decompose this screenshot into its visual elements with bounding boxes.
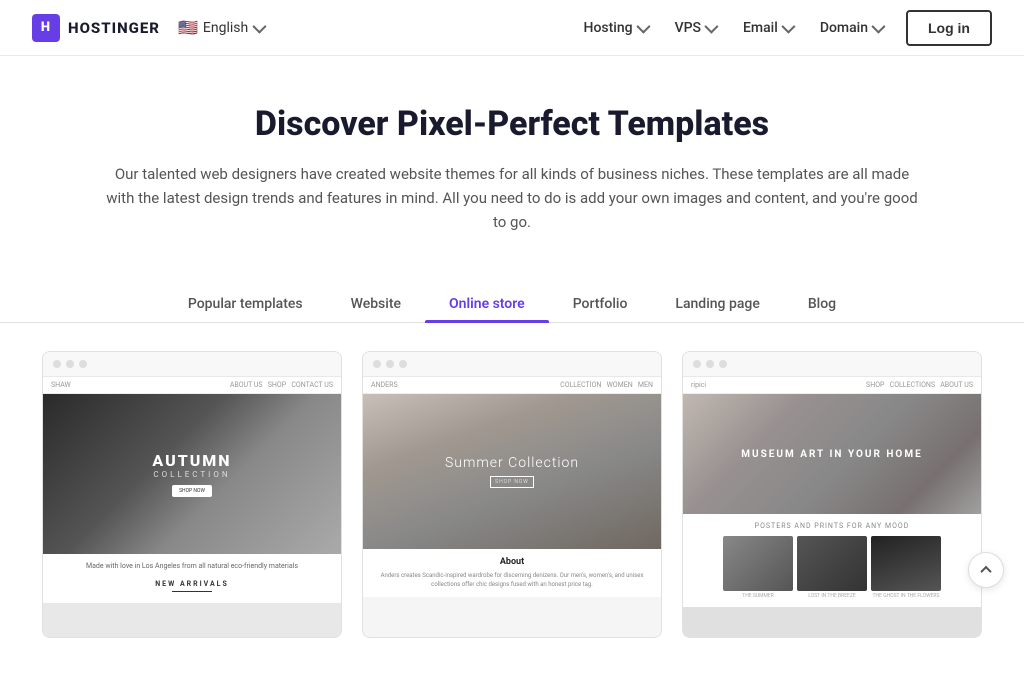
mini-image-summer [723, 536, 793, 591]
language-selector[interactable]: 🇺🇸 English [178, 18, 263, 37]
chevron-down-icon [781, 19, 795, 33]
chevron-down-icon [253, 19, 267, 33]
logo[interactable]: H HOSTINGER [32, 14, 160, 42]
card-3-nav: ripici SHOP COLLECTIONS ABOUT US [683, 377, 981, 394]
card-3-image-1: THE SUMMER [723, 536, 793, 599]
navbar: H HOSTINGER 🇺🇸 English Hosting VPS Email… [0, 0, 1024, 56]
nav-email[interactable]: Email [731, 12, 804, 44]
dot-green [399, 360, 407, 368]
template-tabs: Popular templates Website Online store P… [0, 286, 1024, 323]
template-card-1[interactable]: SHAW ABOUT US SHOP CONTACT US AUTUMN COL… [42, 351, 342, 638]
tab-popular-templates[interactable]: Popular templates [164, 286, 327, 322]
tab-online-store[interactable]: Online store [425, 286, 549, 322]
dot-red [53, 360, 61, 368]
scroll-to-top-button[interactable] [968, 552, 1004, 588]
dot-green [79, 360, 87, 368]
card-1-desc: Made with love in Los Angeles from all n… [51, 562, 333, 572]
card-3-images: THE SUMMER LOST IN THE BREEZE THE GHOST … [691, 536, 973, 599]
hero-section: Discover Pixel-Perfect Templates Our tal… [0, 56, 1024, 254]
mini-caption-2: LOST IN THE BREEZE [797, 593, 867, 599]
chevron-down-icon [636, 19, 650, 33]
dot-green [719, 360, 727, 368]
card-1-overlay: AUTUMN COLLECTION SHOP NOW [152, 451, 231, 497]
card-2-hero-text: Summer Collection [445, 455, 579, 471]
language-label: English [203, 20, 248, 36]
card-2-nav-links: COLLECTION WOMEN MEN [560, 381, 653, 389]
card-2-overlay: Summer Collection SHOP NOW [445, 455, 579, 488]
card-3-image-3: THE GHOST IN THE FLOWERS [871, 536, 941, 599]
hero-title: Discover Pixel-Perfect Templates [40, 104, 984, 144]
tab-portfolio[interactable]: Portfolio [549, 286, 652, 322]
nav-vps[interactable]: VPS [663, 12, 727, 44]
card-1-nav: SHAW ABOUT US SHOP CONTACT US [43, 377, 341, 394]
browser-bar-1 [43, 352, 341, 377]
tab-blog[interactable]: Blog [784, 286, 860, 322]
card-3-overlay: MUSEUM ART IN YOUR HOME [741, 449, 922, 460]
card-3-screenshot: ripici SHOP COLLECTIONS ABOUT US MUSEUM … [683, 377, 981, 637]
card-1-nav-links: ABOUT US SHOP CONTACT US [230, 381, 333, 389]
mini-caption-1: THE SUMMER [723, 593, 793, 599]
card-1-hero: AUTUMN COLLECTION SHOP NOW [43, 394, 341, 554]
nav-right: Hosting VPS Email Domain Log in [572, 10, 992, 46]
nav-hosting[interactable]: Hosting [572, 12, 659, 44]
logo-icon: H [32, 14, 60, 42]
tab-website[interactable]: Website [327, 286, 425, 322]
card-2-site-name: ANDERS [371, 381, 398, 389]
mini-image-breeze [797, 536, 867, 591]
card-2-shop-btn: SHOP NOW [490, 476, 534, 488]
card-3-nav-links: SHOP COLLECTIONS ABOUT US [866, 381, 973, 389]
browser-bar-3 [683, 352, 981, 377]
browser-bar-2 [363, 352, 661, 377]
dot-yellow [706, 360, 714, 368]
templates-grid: SHAW ABOUT US SHOP CONTACT US AUTUMN COL… [0, 351, 1024, 678]
dot-red [373, 360, 381, 368]
card-2-bottom: About Anders creates Scandic-inspired wa… [363, 549, 661, 597]
template-card-2[interactable]: ANDERS COLLECTION WOMEN MEN Summer Colle… [362, 351, 662, 638]
login-button[interactable]: Log in [906, 10, 992, 46]
card-2-hero: Summer Collection SHOP NOW [363, 394, 661, 549]
mini-caption-3: THE GHOST IN THE FLOWERS [871, 593, 941, 599]
tab-landing-page[interactable]: Landing page [651, 286, 783, 322]
card-1-shop-btn: SHOP NOW [172, 485, 212, 497]
dot-yellow [386, 360, 394, 368]
card-1-underline [172, 591, 212, 592]
chevron-down-icon [871, 19, 885, 33]
card-1-screenshot: SHAW ABOUT US SHOP CONTACT US AUTUMN COL… [43, 377, 341, 637]
card-2-screenshot: ANDERS COLLECTION WOMEN MEN Summer Colle… [363, 377, 661, 637]
card-1-new-arrivals: NEW ARRIVALS [51, 580, 333, 588]
dot-red [693, 360, 701, 368]
dot-yellow [66, 360, 74, 368]
card-1-hero-subtitle: COLLECTION [152, 470, 231, 479]
card-2-nav: ANDERS COLLECTION WOMEN MEN [363, 377, 661, 394]
chevron-down-icon [704, 19, 718, 33]
card-3-bottom: POSTERS AND PRINTS FOR ANY MOOD THE SUMM… [683, 514, 981, 607]
chevron-up-icon [980, 566, 991, 577]
flag-icon: 🇺🇸 [178, 18, 198, 37]
nav-left: H HOSTINGER 🇺🇸 English [32, 14, 263, 42]
nav-domain[interactable]: Domain [808, 12, 894, 44]
card-3-hero: MUSEUM ART IN YOUR HOME [683, 394, 981, 514]
card-1-site-name: SHAW [51, 381, 71, 389]
card-1-bottom: Made with love in Los Angeles from all n… [43, 554, 341, 603]
mini-image-ghost [871, 536, 941, 591]
hero-description: Our talented web designers have created … [102, 162, 922, 234]
card-2-about-text: Anders creates Scandic-inspired wardrobe… [371, 571, 653, 589]
card-3-site-name: ripici [691, 381, 706, 389]
card-3-subtitle: POSTERS AND PRINTS FOR ANY MOOD [691, 522, 973, 530]
card-2-about-title: About [371, 557, 653, 567]
card-3-hero-text: MUSEUM ART IN YOUR HOME [741, 449, 922, 460]
card-3-image-2: LOST IN THE BREEZE [797, 536, 867, 599]
template-card-3[interactable]: ripici SHOP COLLECTIONS ABOUT US MUSEUM … [682, 351, 982, 638]
logo-text: HOSTINGER [68, 19, 160, 37]
card-1-hero-title: AUTUMN [152, 451, 231, 470]
